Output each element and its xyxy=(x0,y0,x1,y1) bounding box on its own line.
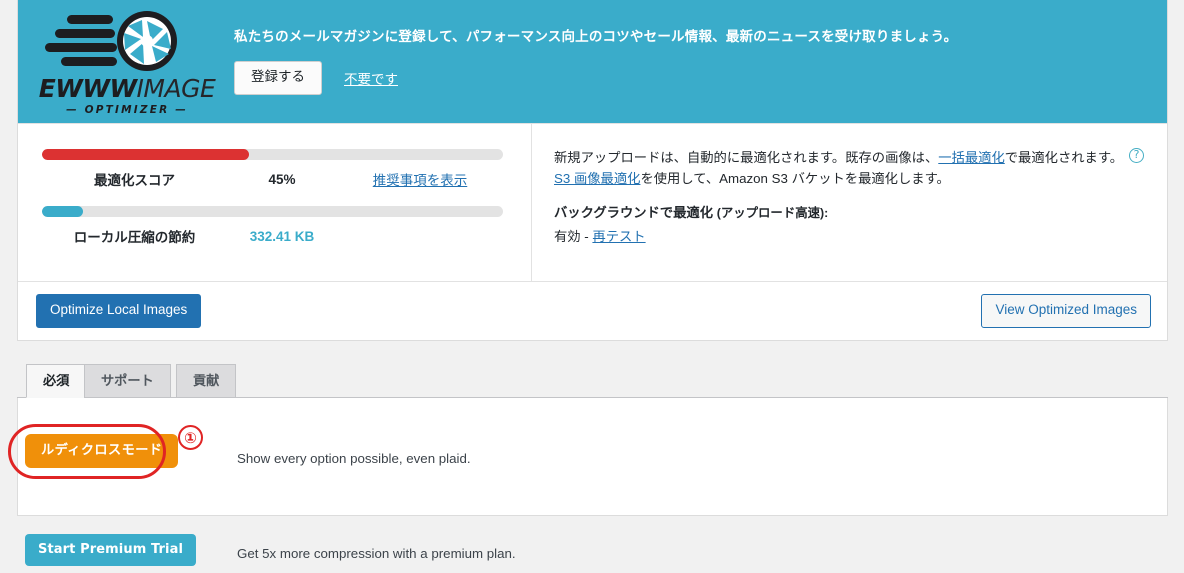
background-status-value: 有効 - xyxy=(554,228,593,244)
info-line1-part2: で最適化されます。 xyxy=(1004,150,1124,165)
optimization-score-value: 45% xyxy=(268,171,296,187)
logo-wordmark: EWWWIMAGE xyxy=(39,76,216,101)
camera-aperture-speed-icon xyxy=(39,10,215,74)
tab-contribute[interactable]: 貢献 xyxy=(176,364,237,398)
optimization-score-label: 最適化スコア xyxy=(94,173,175,188)
tab-support[interactable]: サポート xyxy=(84,364,171,398)
page-root: EWWWIMAGE — OPTIMIZER — 私たちのメールマガジンに登録して… xyxy=(0,0,1184,573)
optimization-stats: 最適化スコア 45% 推奨事項を表示 ローカル圧縮の節約 332.41 KB xyxy=(18,124,532,281)
info-line2-part2: を使用して、Amazon S3 バケットを最適化します。 xyxy=(640,171,950,186)
logo-subtitle: — OPTIMIZER — xyxy=(66,103,188,116)
subscribe-button[interactable]: 登録する xyxy=(234,61,322,95)
status-row: 最適化スコア 45% 推奨事項を表示 ローカル圧縮の節約 332.41 KB 新… xyxy=(18,123,1167,281)
premium-trial-description: Get 5x more compression with a premium p… xyxy=(237,546,516,561)
info-line1-part1: 新規アップロードは、自動的に最適化されます。既存の画像は、 xyxy=(554,150,939,165)
upload-info-panel: 新規アップロードは、自動的に最適化されます。既存の画像は、一括最適化で最適化され… xyxy=(532,124,1167,281)
logo-word-thin: IMAGE xyxy=(136,73,216,103)
background-optimization-title: バックグラウンドで最適化 xyxy=(554,205,714,220)
ewww-logo: EWWWIMAGE — OPTIMIZER — xyxy=(34,8,220,116)
logo-word-bold: EWWW xyxy=(38,73,137,103)
start-premium-trial-button[interactable]: Start Premium Trial xyxy=(25,534,197,566)
view-optimized-images-button[interactable]: View Optimized Images xyxy=(981,294,1151,328)
optimize-local-images-button[interactable]: Optimize Local Images xyxy=(36,294,202,328)
ludicrous-mode-button[interactable]: ルディクロスモード xyxy=(25,434,179,469)
ewww-status-card: EWWWIMAGE — OPTIMIZER — 私たちのメールマガジンに登録して… xyxy=(17,0,1168,341)
local-savings-bar xyxy=(42,206,503,217)
optimization-score-bar-fill xyxy=(42,149,250,160)
background-optimization-heading: バックグラウンドで最適化 (アップロード高速): xyxy=(554,202,1145,224)
newsletter-message: 私たちのメールマガジンに登録して、パフォーマンス向上のコツやセール情報、最新のニ… xyxy=(234,29,958,45)
local-savings-value: 332.41 KB xyxy=(249,228,315,244)
ludicrous-mode-description: Show every option possible, even plaid. xyxy=(237,451,471,466)
background-optimization-note: (アップロード高速): xyxy=(716,206,829,220)
newsletter-content: 私たちのメールマガジンに登録して、パフォーマンス向上のコツやセール情報、最新のニ… xyxy=(220,28,1167,95)
local-savings-bar-fill xyxy=(42,206,84,217)
retest-link[interactable]: 再テスト xyxy=(592,229,645,244)
local-savings-labels: ローカル圧縮の節約 332.41 KB xyxy=(42,226,503,246)
local-savings-label: ローカル圧縮の節約 xyxy=(73,230,196,245)
dismiss-newsletter-link[interactable]: 不要です xyxy=(344,68,398,88)
settings-tabs: 必須 サポート 貢献 xyxy=(17,359,1168,398)
question-mark-circle-icon[interactable]: ? xyxy=(1129,148,1144,163)
card-action-row: Optimize Local Images View Optimized Ima… xyxy=(18,281,1167,340)
s3-image-optimizer-link[interactable]: S3 画像最適化 xyxy=(554,171,640,186)
tab-required[interactable]: 必須 xyxy=(26,364,87,398)
options-panel xyxy=(17,398,1168,516)
bulk-optimize-link[interactable]: 一括最適化 xyxy=(938,150,1004,165)
newsletter-actions: 登録する 不要です xyxy=(234,61,1149,95)
show-recommendations-link[interactable]: 推奨事項を表示 xyxy=(337,169,503,189)
optimization-score-labels: 最適化スコア 45% 推奨事項を表示 xyxy=(42,169,503,189)
optimization-score-bar xyxy=(42,149,503,160)
background-optimization-status: 有効 - 再テスト xyxy=(554,226,1145,247)
newsletter-banner: EWWWIMAGE — OPTIMIZER — 私たちのメールマガジンに登録して… xyxy=(18,0,1167,123)
